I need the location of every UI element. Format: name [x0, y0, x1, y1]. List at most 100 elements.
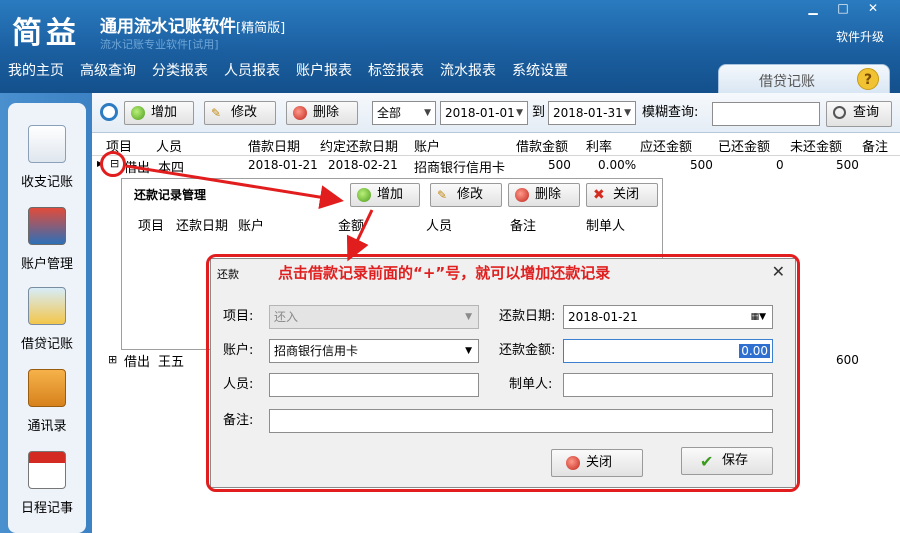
maximize-button[interactable]: □ [828, 0, 858, 16]
sidebar: 收支记账 账户管理 借贷记账 通讯录 日程记事 [0, 93, 92, 533]
highlight-box [206, 254, 800, 492]
row-account: 招商银行信用卡 [414, 161, 506, 176]
add-button[interactable]: 增加 [124, 101, 194, 125]
filter-value: 全部 [377, 106, 402, 120]
close-window-button[interactable]: ✕ [858, 0, 888, 16]
add-icon [131, 106, 145, 120]
chevron-down-icon: ▼ [624, 108, 631, 118]
col-header[interactable]: 备注 [862, 136, 888, 155]
delete-icon [293, 106, 307, 120]
delete-button[interactable]: 删除 [286, 101, 358, 125]
row-due-date: 2018-02-21 [328, 158, 398, 172]
calendar-icon [28, 451, 66, 489]
date-to-label: 到 [532, 105, 546, 120]
sidebar-item-calendar[interactable]: 日程记事 [8, 451, 86, 516]
highlight-circle [100, 151, 126, 177]
col-header[interactable]: 项目 [138, 215, 164, 234]
sidebar-item-label: 借贷记账 [20, 337, 73, 352]
title-bar: 简益 通用流水记账软件[精简版] 流水记账专业软件[试用] ▁ □ ✕ 软件升级… [0, 0, 900, 93]
row-paid: 0 [776, 158, 784, 172]
sidebar-item-label: 收支记账 [20, 175, 73, 190]
menu-advanced-query[interactable]: 高级查询 [72, 58, 144, 84]
credit-card-icon [28, 207, 66, 245]
col-header[interactable]: 未还金额 [790, 136, 842, 155]
query-button[interactable]: 查询 [826, 101, 892, 127]
sidebar-item-contacts[interactable]: 通讯录 [8, 369, 86, 434]
col-header[interactable]: 借款金额 [516, 136, 568, 155]
col-header[interactable]: 利率 [586, 136, 612, 155]
address-book-icon [28, 369, 66, 407]
tab-loan-label: 借贷记账 [759, 74, 815, 90]
col-header[interactable]: 人员 [156, 136, 182, 155]
upgrade-link[interactable]: 软件升级 [836, 28, 884, 45]
repayment-delete-label: 删除 [535, 187, 562, 202]
repayment-close-button[interactable]: ✖ 关闭 [586, 183, 658, 207]
search-icon [833, 106, 846, 119]
col-header[interactable]: 制单人 [586, 215, 625, 234]
row-person: 本四 [158, 161, 185, 176]
close-icon: ✖ [593, 187, 605, 203]
menu-home[interactable]: 我的主页 [0, 58, 72, 84]
date-from-value: 2018-01-01 [445, 106, 515, 120]
sidebar-item-label: 账户管理 [20, 257, 73, 272]
menu-person-report[interactable]: 人员报表 [216, 58, 288, 84]
header-divider [92, 155, 900, 156]
expand-toggle[interactable]: ⊞ [108, 353, 117, 366]
repayment-delete-button[interactable]: 删除 [508, 183, 580, 207]
menu-category-report[interactable]: 分类报表 [144, 58, 216, 84]
gear-icon[interactable] [100, 103, 118, 121]
menu-flow-report[interactable]: 流水报表 [432, 58, 504, 84]
pencil-icon: ✎ [437, 188, 448, 202]
col-header[interactable]: 还款日期 [176, 215, 228, 234]
sidebar-item-accounts[interactable]: 账户管理 [8, 207, 86, 272]
sidebar-item-label: 通讯录 [27, 419, 67, 434]
col-header[interactable]: 账户 [414, 136, 440, 155]
repayment-add-label: 增加 [377, 187, 404, 202]
help-icon[interactable]: ? [857, 68, 879, 90]
repayment-edit-label: 修改 [457, 187, 484, 202]
delete-label: 删除 [313, 105, 340, 120]
row-item: 借出 [124, 161, 151, 176]
notepad-icon [28, 125, 66, 163]
app-logo: 简益 [12, 16, 80, 51]
menu-tag-report[interactable]: 标签报表 [360, 58, 432, 84]
sidebar-item-label: 日程记事 [20, 501, 73, 516]
col-header[interactable]: 备注 [510, 215, 536, 234]
delete-icon [515, 188, 529, 202]
window-controls: ▁ □ ✕ [798, 0, 888, 16]
row-date: 2018-01-21 [248, 158, 318, 172]
menu-account-report[interactable]: 账户报表 [288, 58, 360, 84]
col-header[interactable]: 人员 [426, 215, 452, 234]
row-payable: 500 [690, 158, 713, 172]
app-title-text: 通用流水记账软件 [100, 17, 236, 37]
date-from-picker[interactable]: 2018-01-01 ▼ [440, 101, 528, 125]
filter-select[interactable]: 全部 ▼ [372, 101, 436, 125]
sidebar-item-loan[interactable]: 借贷记账 [8, 287, 86, 352]
col-header[interactable]: 应还金额 [640, 136, 692, 155]
search-input[interactable] [712, 102, 820, 126]
col-header[interactable]: 金额 [338, 215, 364, 234]
repayment-add-button[interactable]: 增加 [350, 183, 420, 207]
app-title: 通用流水记账软件[精简版] [100, 12, 285, 37]
col-header[interactable]: 约定还款日期 [320, 136, 398, 155]
col-header[interactable]: 账户 [238, 215, 264, 234]
ledger-coins-icon [28, 287, 66, 325]
repayment-edit-button[interactable]: ✎ 修改 [430, 183, 502, 207]
add-icon [357, 188, 371, 202]
date-to-picker[interactable]: 2018-01-31 ▼ [548, 101, 636, 125]
col-header[interactable]: 借款日期 [248, 136, 300, 155]
edit-button[interactable]: ✎ 修改 [204, 101, 276, 125]
edit-label: 修改 [231, 105, 258, 120]
chevron-down-icon: ▼ [516, 108, 523, 118]
minimize-button[interactable]: ▁ [798, 0, 828, 16]
col-header[interactable]: 已还金额 [718, 136, 770, 155]
row-amount: 500 [548, 158, 571, 172]
repayment-panel-title: 还款记录管理 [134, 188, 207, 202]
chevron-down-icon: ▼ [424, 108, 431, 118]
sidebar-item-income-expense[interactable]: 收支记账 [8, 125, 86, 190]
callout-text: 点击借款记录前面的“+”号，就可以增加还款记录 [278, 264, 611, 282]
sidebar-panel: 收支记账 账户管理 借贷记账 通讯录 日程记事 [8, 103, 86, 533]
tab-loan[interactable]: 借贷记账 ? [718, 64, 890, 93]
menu-settings[interactable]: 系统设置 [504, 58, 576, 84]
row-person: 王五 [158, 355, 185, 370]
